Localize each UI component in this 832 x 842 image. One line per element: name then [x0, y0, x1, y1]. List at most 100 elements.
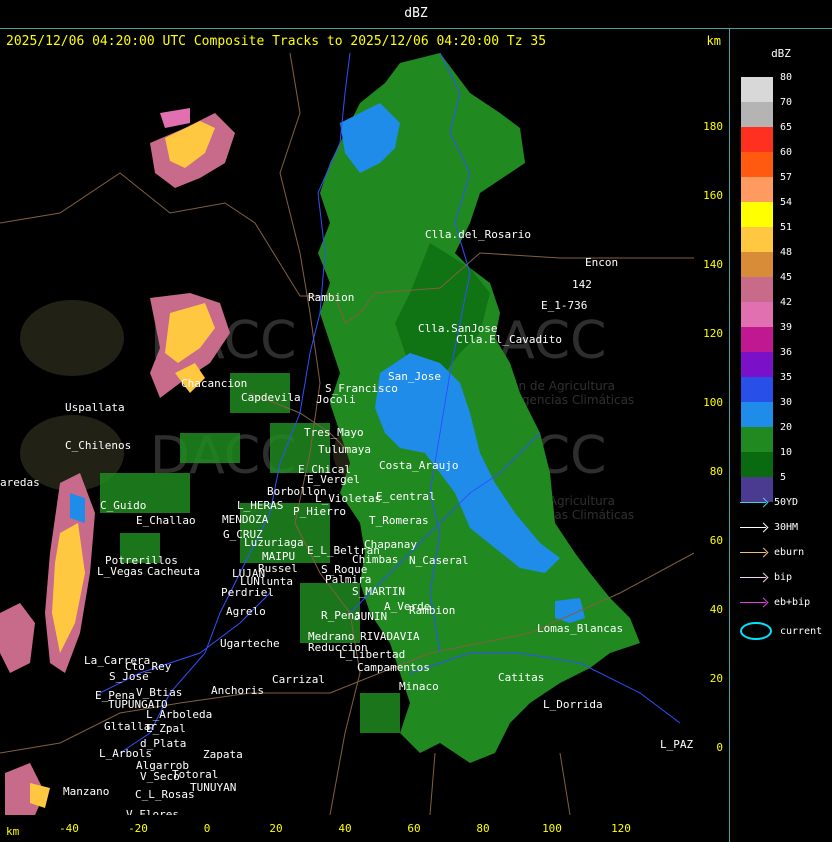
place-label: L_HERAS: [237, 499, 283, 512]
place-label: RIVADAVIA: [360, 630, 420, 643]
legend-level-label: 48: [780, 247, 793, 258]
place-label: Rambion: [409, 604, 455, 617]
track-label: 30HM: [774, 522, 799, 533]
place-label: TUNUYAN: [190, 781, 236, 794]
legend-swatch: [741, 252, 773, 277]
legend-level-label: 60: [780, 147, 793, 158]
legend-level-label: 35: [780, 372, 793, 383]
radar-map[interactable]: DACC DACC Dirección de Agricultura y Con…: [0, 53, 694, 815]
legend-level-label: 65: [780, 122, 793, 133]
place-label: L_Dorrida: [543, 698, 603, 711]
y-tick-label: 160: [703, 189, 723, 202]
current-oval-icon: [740, 622, 772, 640]
legend-level-label: 45: [780, 272, 793, 283]
current-label: current: [780, 626, 823, 637]
place-label: Agrelo: [226, 605, 266, 618]
track-arrow-icon: [740, 601, 766, 603]
place-label: V_Flores: [126, 808, 179, 815]
legend-level-label: 30: [780, 397, 793, 408]
track-legend-item: 30HM: [740, 522, 798, 533]
y-tick-label: 40: [709, 603, 723, 616]
x-tick-label: 60: [407, 822, 421, 835]
place-label: Totoral: [172, 768, 218, 781]
y-axis-unit: km: [706, 34, 721, 48]
place-label: Perdriel: [221, 586, 274, 599]
x-axis-unit: km: [6, 825, 20, 838]
radar-map-canvas: DACC DACC Dirección de Agricultura y Con…: [0, 53, 694, 815]
legend-level-label: 10: [780, 447, 793, 458]
place-label: E_central: [376, 490, 436, 503]
legend-swatch: [741, 452, 773, 477]
place-label: Chacancion: [181, 377, 247, 390]
legend-swatch: [741, 427, 773, 452]
legend-swatch: [741, 77, 773, 102]
place-label: Catitas: [498, 671, 544, 684]
legend-level-label: 51: [780, 222, 793, 233]
place-label: MENDOZA: [222, 513, 269, 526]
legend-swatch: [741, 277, 773, 302]
legend-swatch: [741, 202, 773, 227]
x-tick-label: 120: [611, 822, 631, 835]
x-tick-label: 20: [269, 822, 283, 835]
y-tick-label: 120: [703, 327, 723, 340]
legend-level-label: 57: [780, 172, 793, 183]
current-cell-legend: current: [740, 622, 822, 640]
place-label: Carrizal: [272, 673, 325, 686]
track-arrow-icon: [740, 501, 766, 503]
place-label: E_Zpal: [146, 722, 186, 735]
track-legend-item: eb+bip: [740, 597, 810, 608]
y-axis: 180 160 140 120 100 80 60 40 20 0: [694, 53, 730, 815]
x-tick-label: -20: [128, 822, 148, 835]
legend-level-label: 5: [780, 472, 787, 483]
place-label: Costa_Araujo: [379, 459, 458, 472]
x-tick-label: 100: [542, 822, 562, 835]
legend-level-label: 20: [780, 422, 793, 433]
x-tick-label: 80: [476, 822, 490, 835]
place-label: Minaco: [399, 680, 439, 693]
place-label: Anchoris: [211, 684, 264, 697]
place-label: C_Chilenos: [65, 439, 131, 452]
y-tick-label: 140: [703, 258, 723, 271]
place-label: Zapata: [203, 748, 243, 761]
legend-level-label: 36: [780, 347, 793, 358]
place-label: Jocoli: [316, 393, 356, 406]
plot-header: 2025/12/06 04:20:00 UTC Composite Tracks…: [0, 29, 730, 53]
legend-swatch: [741, 227, 773, 252]
place-label: Manzano: [63, 785, 109, 798]
place-label: Luzuriaga: [244, 536, 304, 549]
track-label: 50YD: [774, 497, 799, 508]
place-label: Encon: [585, 256, 618, 269]
track-arrow-icon: [740, 576, 766, 578]
place-label: P_Hierro: [293, 505, 346, 518]
x-axis: km -40 -20 0 20 40 60 80 100 120: [0, 815, 730, 842]
legend-panel: dBZ 80 70 65 60 57 54 51 48 45 42 39 36 35 30 20 10 5 50Y…: [730, 29, 832, 842]
y-tick-label: 0: [716, 741, 723, 754]
place-label: T_Romeras: [369, 514, 429, 527]
place-label: L_Vegas: [97, 565, 143, 578]
y-tick-label: 180: [703, 120, 723, 133]
legend-swatch: [741, 152, 773, 177]
place-label: S_MARTIN: [352, 585, 405, 598]
place-label: L_Libertad: [339, 648, 405, 661]
track-legend-item: bip: [740, 572, 792, 583]
track-label: bip: [774, 572, 793, 583]
legend-swatch: [741, 377, 773, 402]
legend-swatch: [741, 177, 773, 202]
place-label: E_Challao: [136, 514, 196, 527]
legend-swatch: [741, 102, 773, 127]
plot-title: 2025/12/06 04:20:00 UTC Composite Tracks…: [6, 34, 547, 49]
track-arrow-icon: [740, 551, 766, 553]
y-tick-label: 100: [703, 396, 723, 409]
legend-swatch: [741, 352, 773, 377]
place-label: L_PAZ: [660, 738, 693, 751]
place-label: Rambion: [308, 291, 354, 304]
legend-swatch: [741, 302, 773, 327]
legend-level-label: 39: [780, 322, 793, 333]
place-label: JUNIN: [354, 610, 387, 623]
place-label: N_Caseral: [409, 554, 469, 567]
window-title: dBZ: [0, 0, 832, 29]
place-label: E_1-736: [541, 299, 587, 312]
place-label: Tulumaya: [318, 443, 371, 456]
place-label: Ugarteche: [220, 637, 280, 650]
y-tick-label: 80: [709, 465, 723, 478]
